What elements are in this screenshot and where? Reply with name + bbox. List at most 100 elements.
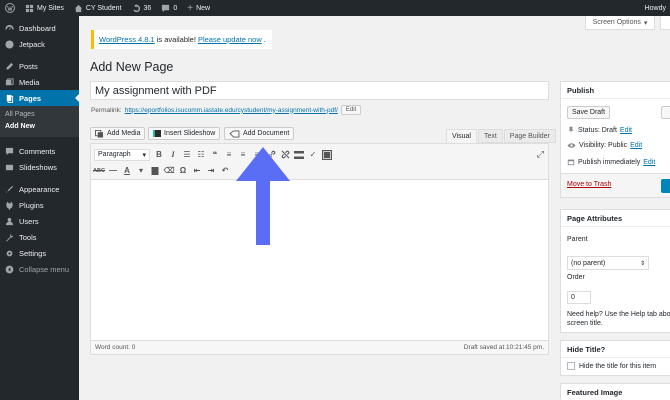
move-to-trash-link[interactable]: Move to Trash	[567, 181, 611, 188]
sidebar-item-label: Users	[19, 216, 39, 226]
wordpress-logo-icon	[5, 3, 15, 13]
media-icon	[5, 77, 14, 85]
publish-immediately-label: Publish immediately	[578, 158, 641, 166]
sidebar-item-tools[interactable]: Tools	[0, 229, 79, 245]
paste-as-text-icon[interactable]	[150, 166, 160, 176]
sidebar-item-settings[interactable]: Settings	[0, 245, 79, 261]
site-name-label: CY Student	[85, 4, 122, 12]
howdy-label: Howdy	[644, 4, 666, 12]
publish-date-edit-link[interactable]: Edit	[643, 159, 655, 166]
select-arrows-icon: ⇕	[639, 260, 645, 267]
indent-icon[interactable]: ⇥	[206, 166, 216, 176]
status-edit-link[interactable]: Edit	[620, 127, 632, 134]
format-select-value: Paragraph	[98, 151, 131, 158]
numbered-list-icon[interactable]: ☷	[196, 150, 206, 160]
publish-button[interactable]	[661, 179, 670, 193]
horizontal-line-icon[interactable]: —	[108, 166, 118, 176]
sidebar-item-plugins[interactable]: Plugins	[0, 197, 79, 213]
bullet-list-icon[interactable]: ☰	[182, 150, 192, 160]
updates-menu[interactable]: 36	[127, 0, 157, 16]
status-label: Status: Draft	[578, 126, 617, 134]
spellcheck-icon[interactable]: ✓	[308, 150, 318, 160]
wp-logo-menu[interactable]	[0, 0, 20, 16]
add-document-button[interactable]: Add Document	[224, 127, 295, 140]
my-sites-menu[interactable]: My Sites	[20, 0, 69, 16]
permalink-row: Permalink: https://eportfolios.isucomm.i…	[91, 105, 362, 115]
featured-image-box: Featured Image	[560, 383, 670, 400]
sidebar-item-users[interactable]: Users	[0, 213, 79, 229]
undo-icon[interactable]: ↶	[220, 166, 230, 176]
plus-icon: +	[187, 2, 194, 14]
hide-title-checkbox[interactable]	[567, 362, 575, 370]
toolbar-toggle-icon[interactable]	[322, 149, 332, 160]
site-name-menu[interactable]: CY Student	[69, 0, 127, 16]
tab-visual[interactable]: Visual	[446, 129, 477, 143]
publish-box-title: Publish	[561, 82, 670, 99]
slideshows-icon	[5, 164, 14, 170]
preview-button[interactable]	[661, 106, 670, 119]
add-document-label: Add Document	[243, 130, 290, 137]
update-notice: WordPress 4.8.1 is available! Please upd…	[91, 30, 272, 49]
outdent-icon[interactable]: ⇤	[192, 166, 202, 176]
post-title-input[interactable]: My assignment with PDF	[90, 81, 549, 100]
sidebar-item-jetpack[interactable]: Jetpack	[0, 36, 79, 52]
sidebar-item-slideshows[interactable]: Slideshows	[0, 159, 79, 175]
publish-box: Publish Save Draft Status: Draft Edit Vi…	[560, 81, 670, 198]
submenu-add-new[interactable]: Add New	[0, 121, 79, 133]
new-content-menu[interactable]: + New	[182, 0, 215, 16]
bold-icon[interactable]: B	[154, 150, 164, 160]
document-icon	[229, 129, 240, 138]
sidebar-item-label: Dashboard	[19, 23, 56, 33]
chevron-down-icon: ▾	[142, 151, 146, 159]
admin-bar: My Sites CY Student 36 0 + New Howdy	[0, 0, 670, 16]
fullscreen-expand-icon[interactable]: ⤢	[537, 149, 544, 160]
triangle-down-icon: ▾	[643, 19, 648, 27]
save-draft-button[interactable]: Save Draft	[567, 106, 611, 119]
sidebar-item-appearance[interactable]: Appearance	[0, 181, 79, 197]
editor-content-area[interactable]	[91, 180, 548, 336]
read-more-icon[interactable]	[294, 150, 304, 160]
text-color-icon[interactable]: A	[122, 166, 132, 176]
collapse-arrow-icon	[5, 265, 14, 273]
wordpress-version-link[interactable]: WordPress 4.8.1	[99, 35, 155, 44]
visibility-edit-link[interactable]: Edit	[630, 142, 642, 149]
text-color-dropdown-icon[interactable]: ▾	[136, 166, 146, 176]
help-tab-button[interactable]	[660, 16, 670, 30]
editor-status-bar: Word count: 0 Draft saved at 10:21:45 pm…	[91, 340, 548, 354]
add-media-button[interactable]: Add Media	[90, 127, 146, 140]
toolbar-row-2: ABC — A ▾ ⌫ Ω ⇤ ⇥ ↶	[93, 163, 230, 178]
blockquote-icon[interactable]: ❝	[210, 150, 220, 160]
add-media-icon	[95, 129, 104, 138]
italic-icon[interactable]: I	[168, 150, 178, 160]
format-select[interactable]: Paragraph ▾	[94, 148, 150, 161]
draft-saved-status: Draft saved at 10:21:45 pm.	[463, 344, 544, 351]
updates-icon	[132, 3, 140, 12]
special-character-icon[interactable]: Ω	[178, 166, 188, 176]
align-left-icon[interactable]: ≡	[224, 150, 234, 160]
settings-icon	[6, 250, 13, 256]
sidebar-item-media[interactable]: Media	[0, 74, 79, 90]
insert-slideshow-button[interactable]: Insert Slideshow	[148, 127, 221, 140]
tab-text[interactable]: Text	[477, 129, 503, 143]
sidebar-item-label: Comments	[19, 146, 56, 156]
sidebar-item-posts[interactable]: Posts	[0, 58, 79, 74]
sidebar-item-pages[interactable]: Pages	[0, 90, 79, 106]
account-menu[interactable]: Howdy	[640, 0, 670, 16]
order-input[interactable]: 0	[567, 291, 591, 304]
tab-page-builder[interactable]: Page Builder	[503, 129, 556, 143]
clear-formatting-icon[interactable]: ⌫	[163, 166, 174, 176]
submenu-all-pages[interactable]: All Pages	[0, 109, 79, 121]
permalink-url-link[interactable]: https://eportfolios.isucomm.iastate.edu/…	[125, 107, 338, 114]
comments-menu[interactable]: 0	[156, 0, 182, 16]
collapse-menu-button[interactable]: Collapse menu	[0, 261, 79, 277]
sidebar-item-dashboard[interactable]: Dashboard	[0, 20, 79, 36]
strikethrough-icon[interactable]: ABC	[93, 166, 105, 176]
screen-options-button[interactable]: Screen Options ▾	[585, 16, 655, 30]
editor-toolbar: Paragraph ▾ B I ☰ ☷ ❝ ≡ ≡ ≡ ✓ ⤢ ABC — A …	[91, 144, 548, 180]
parent-select[interactable]: (no parent) ⇕	[567, 256, 649, 270]
status-line: Status: Draft Edit	[567, 126, 632, 134]
featured-image-title: Featured Image	[561, 384, 670, 400]
sidebar-item-comments[interactable]: Comments	[0, 143, 79, 159]
permalink-edit-button[interactable]: Edit	[340, 105, 362, 115]
update-now-link[interactable]: Please update now	[198, 35, 262, 44]
